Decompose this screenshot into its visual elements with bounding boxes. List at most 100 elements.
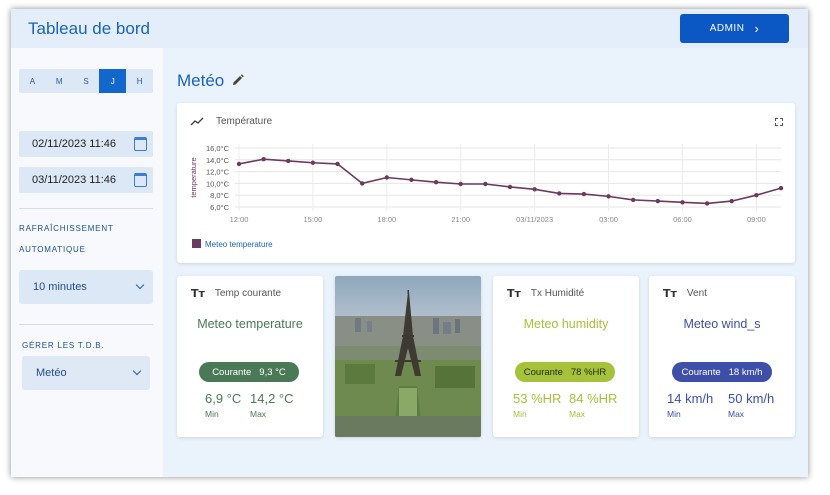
humidity-sensor-name: Meteo humidity (523, 317, 609, 331)
temperature-chart: 16,0°C 14,0°C 12,0°C 10,0°C 8,0°C 6,0°C12:00 1… (189, 144, 784, 249)
y-tick-label: 10,0°C (206, 179, 230, 188)
data-point (261, 157, 266, 162)
humidity-min-label: Min (513, 409, 527, 419)
refresh-select[interactable]: 10 minutes (19, 270, 153, 304)
x-tick-label: 06:00 (673, 215, 692, 224)
calendar-icon[interactable] (134, 137, 147, 151)
data-point (630, 197, 636, 203)
legend-swatch (192, 239, 201, 248)
data-point (409, 177, 414, 183)
data-point (704, 201, 710, 206)
divider (19, 208, 153, 209)
y-tick-label: 16,0°C (206, 144, 230, 153)
chevron-right-icon: › (754, 21, 760, 36)
data-point (286, 158, 291, 164)
temp-current-badge: Courante 9,3 °C (199, 362, 299, 382)
period-selector: A M S J H (19, 69, 153, 93)
humidity-min-value: 53 %HR (513, 391, 562, 406)
admin-label: ADMIN (709, 23, 745, 34)
sidebar: A M S J H 02/11/2023 11:46 03/11/2023 11… (11, 48, 163, 477)
data-point (778, 185, 784, 191)
period-year[interactable]: A (19, 69, 46, 93)
manage-dashboards-label: GÉRER LES T.D.B. (22, 341, 105, 350)
x-tick-label: 03:00 (599, 215, 618, 224)
x-tick-label: 18:00 (377, 215, 396, 224)
data-point (557, 191, 562, 196)
date-from-value: 02/11/2023 11:46 (32, 138, 117, 150)
humidity-current-badge: Courante 78 %HR (515, 362, 615, 382)
wind-min: 14 km/h Min (667, 391, 713, 419)
data-point (729, 198, 734, 204)
data-point (310, 160, 316, 165)
page-title: Metéo (177, 71, 225, 90)
wind-current-value: 18 km/h (728, 366, 763, 378)
divider (19, 324, 153, 325)
wind-min-label: Min (667, 409, 681, 419)
data-point (606, 194, 611, 199)
app-window: Tableau de bord ADMIN › A M S J H 02/11/… (11, 9, 808, 477)
top-bar: Tableau de bord ADMIN › (11, 9, 808, 48)
humidity-card-title: Tx Humidité (530, 288, 585, 299)
data-point (433, 180, 439, 185)
chevron-down-icon (132, 366, 142, 376)
x-tick-label: 12:00 (230, 215, 249, 224)
wind-max-label: Max (728, 409, 745, 419)
data-point (680, 200, 685, 205)
chevron-down-icon (135, 280, 145, 290)
data-point (236, 161, 242, 167)
humidity-max-label: Max (569, 409, 586, 419)
y-axis-label: temperature (189, 157, 198, 197)
data-point (507, 184, 513, 190)
period-month[interactable]: M (46, 69, 73, 93)
eiffel-tower-image (335, 276, 481, 437)
wind-max-value: 50 km/h (728, 391, 775, 406)
text-size-icon: Tт (663, 287, 677, 300)
period-week[interactable]: S (73, 69, 100, 93)
y-tick-label: 8,0°C (210, 191, 229, 200)
humidity-current-label: Courante (523, 366, 563, 378)
dashboard-select[interactable]: Metéo (22, 356, 150, 390)
humidity-card-header: Tт Tx Humidité (507, 287, 584, 300)
temp-card-title: Temp courante (214, 288, 282, 299)
data-point (359, 181, 365, 186)
temp-min: 6,9 °C Min (205, 391, 241, 419)
refresh-value: 10 minutes (33, 281, 87, 293)
temp-sensor-name: Meteo temperature (197, 317, 303, 331)
text-size-icon: Tт (191, 287, 205, 300)
dashboard-value: Metéo (36, 367, 67, 379)
data-point (384, 175, 390, 180)
data-point (754, 193, 759, 198)
eiffel-tower-photo (335, 276, 481, 437)
calendar-icon[interactable] (134, 173, 147, 187)
refresh-label: RAFRAÎCHISSEMENT (19, 224, 114, 233)
pencil-icon[interactable] (232, 73, 244, 87)
period-day[interactable]: J (99, 69, 127, 93)
wind-min-value: 14 km/h (667, 391, 714, 406)
date-to-value: 03/11/2023 11:46 (32, 174, 117, 186)
data-point (581, 191, 587, 197)
data-point (483, 181, 488, 187)
refresh-label-2: AUTOMATIQUE (19, 245, 86, 254)
temp-max-value: 14,2 °C (250, 391, 294, 406)
temp-max: 14,2 °C Max (250, 391, 294, 419)
wind-card-header: Tт Vent (663, 287, 707, 300)
date-to-field[interactable]: 03/11/2023 11:46 (19, 167, 153, 193)
wind-card: Tт Vent Meteo wind_s Courante 18 km/h 14… (649, 276, 795, 437)
wind-max: 50 km/h Max (728, 391, 774, 419)
y-tick-label: 14,0°C (206, 156, 230, 165)
temp-current-value: 9,3 °C (259, 366, 286, 378)
data-point (335, 161, 340, 167)
app-title: Tableau de bord (28, 19, 150, 38)
wind-current-label: Courante (681, 366, 721, 378)
data-point (655, 198, 661, 204)
y-tick-label: 12,0°C (206, 168, 230, 177)
date-from-field[interactable]: 02/11/2023 11:46 (19, 131, 153, 157)
period-hour[interactable]: H (126, 69, 153, 93)
x-tick-label: 03/11/2023 (516, 215, 553, 224)
humidity-min: 53 %HR Min (513, 391, 561, 419)
text-size-icon: Tт (507, 287, 521, 300)
temp-min-value: 6,9 °C (205, 391, 242, 406)
temp-max-label: Max (250, 409, 267, 419)
humidity-card: Tт Tx Humidité Meteo humidity Courante 7… (493, 276, 639, 437)
admin-button[interactable]: ADMIN › (680, 14, 789, 43)
